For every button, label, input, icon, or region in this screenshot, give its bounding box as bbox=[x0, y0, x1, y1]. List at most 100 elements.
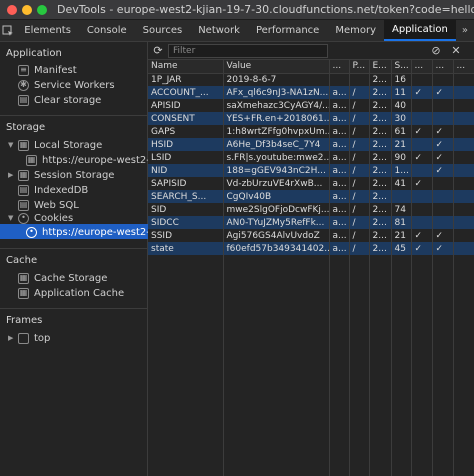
sidebar-item-label: Session Storage bbox=[34, 169, 115, 181]
column-header[interactable]: E... bbox=[369, 60, 392, 74]
table-cell bbox=[329, 73, 350, 86]
table-row[interactable]: HSID A6He_Df3b4seC_7Y4 a.../2... 21 ✓ bbox=[148, 138, 474, 151]
grid-icon: ▦ bbox=[18, 287, 29, 299]
cookie-icon: • bbox=[26, 226, 37, 238]
table-cell: a... bbox=[329, 203, 350, 216]
tab-application[interactable]: Application bbox=[384, 20, 456, 41]
table-cell bbox=[453, 242, 474, 255]
more-tabs-button[interactable]: » bbox=[456, 20, 474, 41]
table-cell bbox=[453, 73, 474, 86]
table-cell: s.FR|s.youtube:mwe2... bbox=[223, 151, 330, 164]
table-cell: SID bbox=[148, 203, 224, 216]
table-row[interactable]: ACCOUNT_... AFx_ql6c9nJ3-NA1zN... a.../2..… bbox=[148, 86, 474, 99]
tab-memory[interactable]: Memory bbox=[327, 20, 384, 41]
table-cell: ✓ bbox=[411, 125, 433, 138]
column-header[interactable]: ... bbox=[329, 60, 350, 74]
minimize-window-button[interactable] bbox=[22, 4, 32, 15]
table-cell: ✓ bbox=[411, 229, 433, 242]
column-header[interactable]: Value bbox=[223, 60, 330, 74]
table-cell bbox=[411, 164, 433, 177]
sidebar-item-clear-storage[interactable]: ▤ Clear storage bbox=[18, 93, 101, 107]
table-cell: 188=gGEV943nC2H... bbox=[223, 164, 330, 177]
empty-cell bbox=[369, 255, 392, 476]
table-cell: a... bbox=[329, 125, 350, 138]
table-cell: 2... bbox=[369, 177, 392, 190]
table-cell: a... bbox=[329, 190, 350, 203]
table-row[interactable]: SEARCH_S... CgQIv40B a.../2... bbox=[148, 190, 474, 203]
table-row[interactable]: CONSENT YES+FR.en+2018061... a.../2... 30 bbox=[148, 112, 474, 125]
table-cell: 40 bbox=[391, 99, 412, 112]
sidebar-item-indexeddb[interactable]: ▤ IndexedDB bbox=[18, 183, 88, 197]
table-row[interactable]: SIDCC AN0-TYuJZMy5RefFk... a.../2... 81 bbox=[148, 216, 474, 229]
sidebar-item-frame-top[interactable]: ▶ top bbox=[8, 331, 50, 345]
sidebar-item-manifest[interactable]: ≡ Manifest bbox=[18, 63, 77, 77]
tab-elements[interactable]: Elements bbox=[16, 20, 79, 41]
table-cell: 2... bbox=[369, 164, 392, 177]
column-header[interactable]: ... bbox=[432, 60, 454, 74]
gear-icon: ✱ bbox=[18, 79, 29, 91]
table-row[interactable]: SSID Agi576GS4AlvUvdoZ a.../2... 21 ✓ ✓ bbox=[148, 229, 474, 242]
application-sidebar: Application ≡ Manifest ✱ Service Workers… bbox=[0, 42, 187, 476]
chevron-down-icon[interactable]: ▼ bbox=[8, 141, 16, 149]
tab-network[interactable]: Network bbox=[190, 20, 248, 41]
table-cell: 81 bbox=[391, 216, 412, 229]
table-header-row: Name Value ... P... E... S... ... ... ..… bbox=[148, 60, 474, 74]
tab-console[interactable]: Console bbox=[79, 20, 135, 41]
table-row[interactable]: SID mwe2SlgOFjoDcwFKj... a.../2... 74 bbox=[148, 203, 474, 216]
sidebar-item-session-storage[interactable]: ▶ ▦ Session Storage bbox=[8, 168, 114, 182]
sidebar-item-service-workers[interactable]: ✱ Service Workers bbox=[18, 78, 115, 92]
table-cell: / bbox=[349, 190, 370, 203]
refresh-icon[interactable]: ⟳ bbox=[148, 44, 168, 57]
table-cell: 2019-8-6-7 bbox=[223, 73, 330, 86]
column-header[interactable]: ... bbox=[411, 60, 433, 74]
inspect-element-icon[interactable] bbox=[0, 20, 16, 41]
close-window-button[interactable] bbox=[7, 4, 17, 15]
table-cell: a... bbox=[329, 164, 350, 177]
column-header[interactable]: ... bbox=[453, 60, 474, 74]
table-row[interactable]: NID 188=gGEV943nC2H... a.../2... 1... ✓ bbox=[148, 164, 474, 177]
empty-cell bbox=[453, 255, 474, 476]
table-row[interactable]: SAPISID Vd-zbUrzuVE4rXwB... a.../2... 41 ✓ bbox=[148, 177, 474, 190]
section-storage: Storage bbox=[6, 122, 46, 133]
tab-performance[interactable]: Performance bbox=[248, 20, 327, 41]
table-cell: SSID bbox=[148, 229, 224, 242]
table-cell: ACCOUNT_... bbox=[148, 86, 224, 99]
filter-input[interactable] bbox=[168, 43, 328, 58]
divider bbox=[0, 248, 148, 249]
column-header[interactable]: P... bbox=[349, 60, 370, 74]
chevron-right-icon[interactable]: ▶ bbox=[8, 334, 16, 342]
table-cell: CgQIv40B bbox=[223, 190, 330, 203]
column-header[interactable]: Name bbox=[148, 60, 224, 74]
table-row[interactable]: 1P_JAR 2019-8-6-7 2... 16 bbox=[148, 73, 474, 86]
table-cell: a... bbox=[329, 99, 350, 112]
table-row[interactable]: GAPS 1:h8wrtZFfg0hvpxUm... a.../2... 61 ✓ ✓ bbox=[148, 125, 474, 138]
sidebar-item-cookies[interactable]: ▼ • Cookies bbox=[8, 211, 73, 225]
delete-selected-icon[interactable]: ✕ bbox=[446, 44, 466, 57]
table-cell bbox=[411, 203, 433, 216]
table-row[interactable]: state f60efd57b349341402... a.../2... 45 ✓ ✓ bbox=[148, 242, 474, 255]
table-cell bbox=[411, 73, 433, 86]
table-cell: a... bbox=[329, 229, 350, 242]
clear-all-icon[interactable]: ⊘ bbox=[426, 44, 446, 57]
table-cell: / bbox=[349, 203, 370, 216]
sidebar-item-web-sql[interactable]: ▤ Web SQL bbox=[18, 198, 79, 212]
table-row[interactable]: LSID s.FR|s.youtube:mwe2... a.../2... 90 ✓ ✓ bbox=[148, 151, 474, 164]
table-cell: 2... bbox=[369, 99, 392, 112]
table-cell: 2... bbox=[369, 125, 392, 138]
table-cell: ✓ bbox=[432, 151, 454, 164]
tab-sources[interactable]: Sources bbox=[135, 20, 191, 41]
table-cell: 2... bbox=[369, 216, 392, 229]
sidebar-item-application-cache[interactable]: ▦ Application Cache bbox=[18, 286, 124, 300]
table-cell bbox=[453, 151, 474, 164]
column-header[interactable]: S... bbox=[391, 60, 412, 74]
table-cell: 2... bbox=[369, 151, 392, 164]
table-cell: ✓ bbox=[432, 229, 454, 242]
maximize-window-button[interactable] bbox=[37, 4, 47, 15]
sidebar-item-cache-storage[interactable]: ▦ Cache Storage bbox=[18, 271, 107, 285]
table-cell: mwe2SlgOFjoDcwFKj... bbox=[223, 203, 330, 216]
table-cell bbox=[411, 138, 433, 151]
chevron-right-icon[interactable]: ▶ bbox=[8, 171, 16, 179]
sidebar-item-local-storage[interactable]: ▼ ▦ Local Storage bbox=[8, 138, 102, 152]
chevron-down-icon[interactable]: ▼ bbox=[8, 214, 16, 222]
table-row[interactable]: APISID saXmehazc3CyAGY4/... a.../2... 40 bbox=[148, 99, 474, 112]
